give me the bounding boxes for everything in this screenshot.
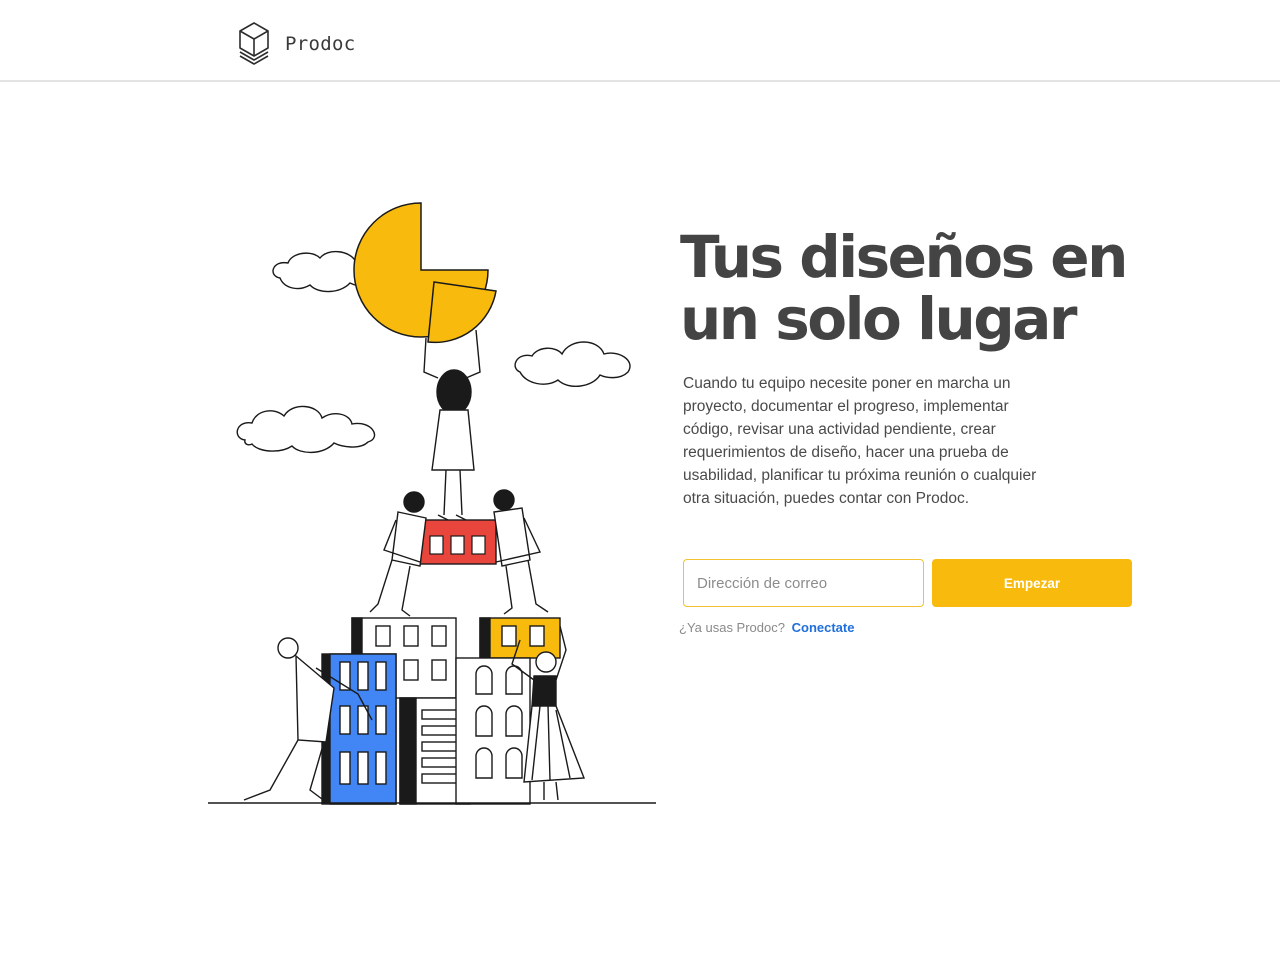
hero-title-line2: un solo lugar: [680, 285, 1078, 353]
white-building-right: [455, 657, 531, 805]
login-prompt-row: ¿Ya usas Prodoc? Conectate: [679, 620, 854, 635]
hero-illustration: [208, 202, 656, 805]
email-input[interactable]: [683, 559, 924, 607]
login-prompt-text: ¿Ya usas Prodoc?: [679, 620, 785, 635]
pie-chart-graphic: [353, 202, 497, 344]
figure-man-right: [493, 489, 549, 615]
figure-woman-top: [423, 329, 481, 521]
cloud-left: [236, 405, 376, 454]
blue-building: [321, 653, 397, 805]
cloud-right: [514, 341, 631, 387]
red-block: [417, 519, 497, 565]
hero-title: Tus diseños en un solo lugar: [680, 226, 1140, 350]
hero-description: Cuando tu equipo necesite poner en march…: [683, 375, 1037, 507]
login-link[interactable]: Conectate: [792, 620, 855, 635]
top-header: Prodoc: [0, 0, 1280, 82]
logo-text: Prodoc: [285, 33, 356, 55]
figure-man-left: [369, 491, 427, 617]
hero-title-line1: Tus diseños en: [680, 223, 1128, 291]
logo[interactable]: Prodoc: [238, 21, 355, 67]
stacked-cube-icon: [239, 22, 269, 65]
start-button[interactable]: Empezar: [932, 559, 1132, 607]
